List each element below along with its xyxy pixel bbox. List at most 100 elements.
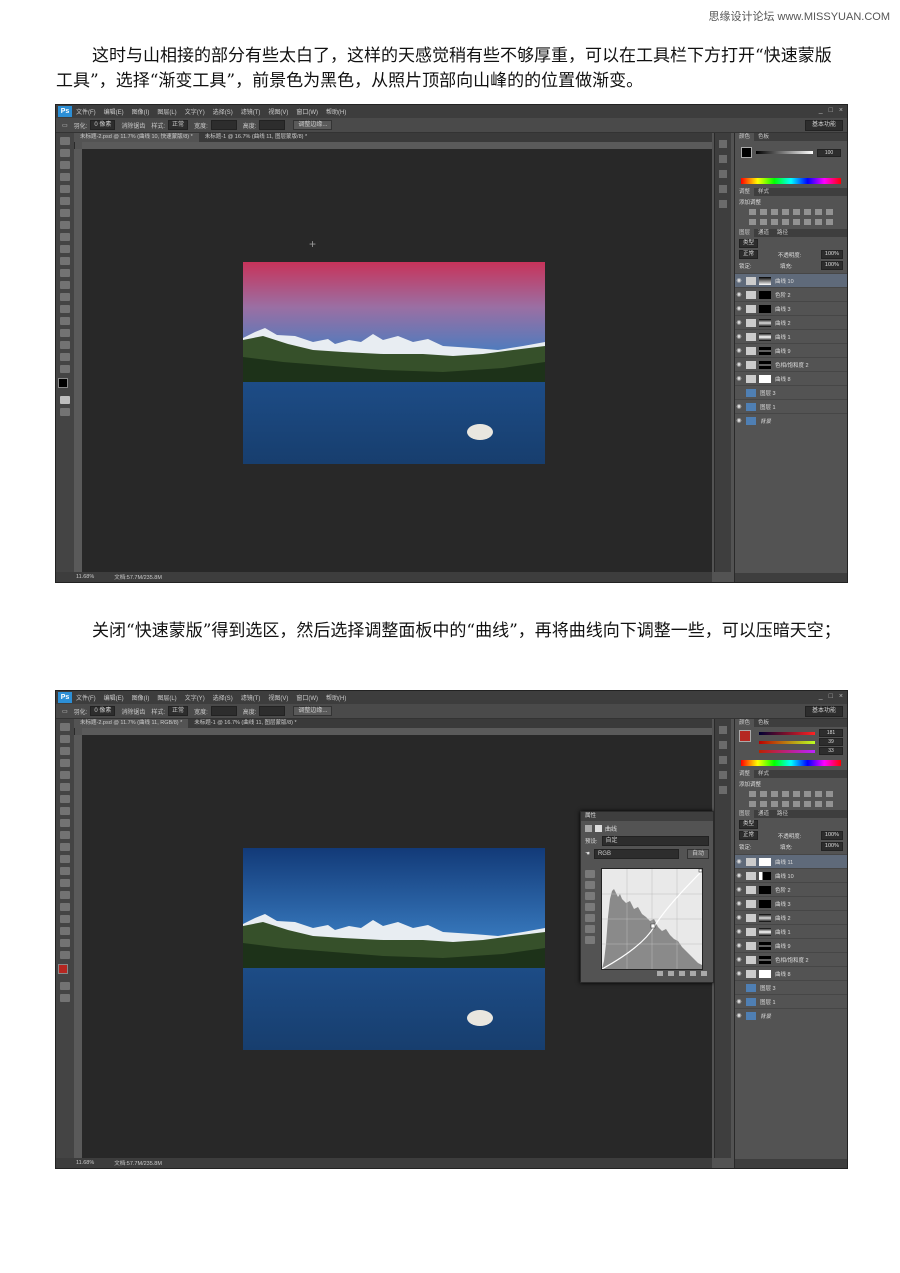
curve-graph[interactable]	[601, 868, 703, 970]
minimize-icon[interactable]: _	[819, 693, 823, 700]
layer-row[interactable]: ◉ 曲线 3	[735, 896, 847, 910]
tab-swatches[interactable]: 色板	[754, 719, 773, 727]
shape-tool-icon[interactable]	[60, 927, 70, 935]
quick-mask-icon[interactable]	[60, 396, 70, 404]
invert-icon[interactable]	[782, 219, 789, 225]
menu-filter[interactable]: 滤镜(T)	[241, 693, 261, 702]
menu-filter[interactable]: 滤镜(T)	[241, 107, 261, 116]
move-tool-icon[interactable]	[60, 723, 70, 731]
clipping-warning-icon[interactable]	[585, 936, 595, 944]
menu-view[interactable]: 视图(V)	[268, 107, 288, 116]
quick-select-tool-icon[interactable]	[60, 173, 70, 181]
eye-icon[interactable]: ◉	[735, 970, 743, 977]
landscape-photo[interactable]	[243, 848, 545, 1050]
hand-tool-icon[interactable]	[60, 939, 70, 947]
menu-view[interactable]: 视图(V)	[268, 693, 288, 702]
foreground-color-swatch[interactable]	[58, 378, 68, 388]
eye-icon[interactable]: ◉	[735, 914, 743, 921]
color-spectrum[interactable]	[741, 760, 841, 766]
layer-row[interactable]: ◉ 色阶 2	[735, 882, 847, 896]
layer-row[interactable]: ◉ 曲线 8	[735, 371, 847, 385]
eye-icon[interactable]: ◉	[735, 333, 743, 340]
color-spectrum[interactable]	[741, 178, 841, 184]
layer-row[interactable]: ◉ 曲线 3	[735, 301, 847, 315]
selective-color-icon[interactable]	[826, 801, 833, 807]
eraser-tool-icon[interactable]	[60, 843, 70, 851]
bw-icon[interactable]	[826, 791, 833, 797]
eye-icon[interactable]: ◉	[735, 305, 743, 312]
eye-icon[interactable]: ◉	[735, 417, 743, 424]
eye-icon[interactable]: ◉	[735, 361, 743, 368]
width-input[interactable]	[210, 706, 237, 716]
eye-icon[interactable]: ◉	[735, 277, 743, 284]
antialias-checkbox[interactable]: 消除锯齿	[121, 707, 145, 716]
exposure-icon[interactable]	[782, 209, 789, 215]
eye-icon[interactable]: ◉	[735, 319, 743, 326]
layer-row[interactable]: ◉ 曲线 1	[735, 924, 847, 938]
menu-layer[interactable]: 图层(L)	[157, 107, 176, 116]
visibility-icon[interactable]	[690, 971, 696, 976]
levels-icon[interactable]	[760, 791, 767, 797]
eyedropper-tool-icon[interactable]	[60, 197, 70, 205]
layer-row[interactable]: ◉ 色相/饱和度 2	[735, 952, 847, 966]
foreground-swatch[interactable]	[739, 730, 751, 742]
marquee-tool-icon[interactable]	[60, 149, 70, 157]
tab-layers[interactable]: 图层	[735, 229, 755, 237]
move-tool-icon[interactable]	[60, 137, 70, 145]
photo-filter-icon[interactable]	[749, 801, 756, 807]
close-icon[interactable]: ×	[839, 107, 843, 114]
tab-channels[interactable]: 通道	[754, 810, 773, 818]
maximize-icon[interactable]: □	[829, 693, 833, 700]
menu-edit[interactable]: 编辑(E)	[104, 107, 124, 116]
menu-select[interactable]: 选择(S)	[213, 107, 233, 116]
clip-layer-icon[interactable]	[657, 971, 663, 976]
green-track[interactable]	[759, 740, 815, 744]
layer-kind-select[interactable]: 类型	[739, 239, 759, 248]
properties-panel-icon[interactable]	[719, 155, 727, 163]
vibrance-icon[interactable]	[793, 209, 800, 215]
curve-point-tool-icon[interactable]	[585, 903, 595, 911]
landscape-photo-pinkmask[interactable]	[243, 262, 545, 464]
healing-tool-icon[interactable]	[60, 795, 70, 803]
menu-type[interactable]: 文字(Y)	[185, 107, 205, 116]
history-panel-icon[interactable]	[719, 726, 727, 734]
gradient-map-icon[interactable]	[815, 801, 822, 807]
crop-tool-icon[interactable]	[60, 771, 70, 779]
minimize-icon[interactable]: _	[819, 107, 823, 114]
brush-tool-icon[interactable]	[60, 221, 70, 229]
trash-icon[interactable]	[701, 971, 707, 976]
gradient-map-icon[interactable]	[815, 219, 822, 225]
balance-icon[interactable]	[815, 791, 822, 797]
eye-icon[interactable]: ◉	[735, 928, 743, 935]
layer-row[interactable]: ◉ 背景	[735, 413, 847, 427]
style-select[interactable]: 正常	[168, 706, 189, 716]
posterize-icon[interactable]	[793, 219, 800, 225]
eye-icon[interactable]: ◉	[735, 291, 743, 298]
eye-icon[interactable]: ◉	[735, 403, 743, 410]
width-input[interactable]	[210, 120, 237, 130]
gray-slider-track[interactable]	[756, 151, 813, 154]
quick-mask-icon[interactable]	[60, 982, 70, 990]
layer-row[interactable]: ◉ 曲线 9	[735, 343, 847, 357]
tab-paths[interactable]: 路径	[773, 229, 792, 237]
green-value[interactable]: 39	[819, 738, 843, 746]
marquee-tool-icon[interactable]: ▭	[62, 708, 68, 715]
quick-select-tool-icon[interactable]	[60, 759, 70, 767]
red-value[interactable]: 181	[819, 729, 843, 737]
eraser-tool-icon[interactable]	[60, 257, 70, 265]
brightness-icon[interactable]	[749, 209, 756, 215]
bw-icon[interactable]	[826, 209, 833, 215]
gradient-tool-icon[interactable]	[60, 855, 70, 863]
opacity-input[interactable]: 100%	[820, 831, 843, 840]
photo-filter-icon[interactable]	[749, 219, 756, 225]
dodge-tool-icon[interactable]	[60, 293, 70, 301]
tab-document-1[interactable]: 未标题-1 @ 16.7% (曲线 11, 图层蒙版/8) *	[188, 719, 302, 728]
layer-row[interactable]: ◉ 曲线 2	[735, 315, 847, 329]
threshold-icon[interactable]	[804, 801, 811, 807]
tab-adjustments[interactable]: 调整	[735, 770, 755, 778]
curves-icon[interactable]	[771, 209, 778, 215]
menu-file[interactable]: 文件(F)	[76, 693, 96, 702]
lookup-icon[interactable]	[771, 801, 778, 807]
layer-row[interactable]: ◉ 曲线 8	[735, 966, 847, 980]
blend-mode-select[interactable]: 正常	[739, 831, 759, 840]
